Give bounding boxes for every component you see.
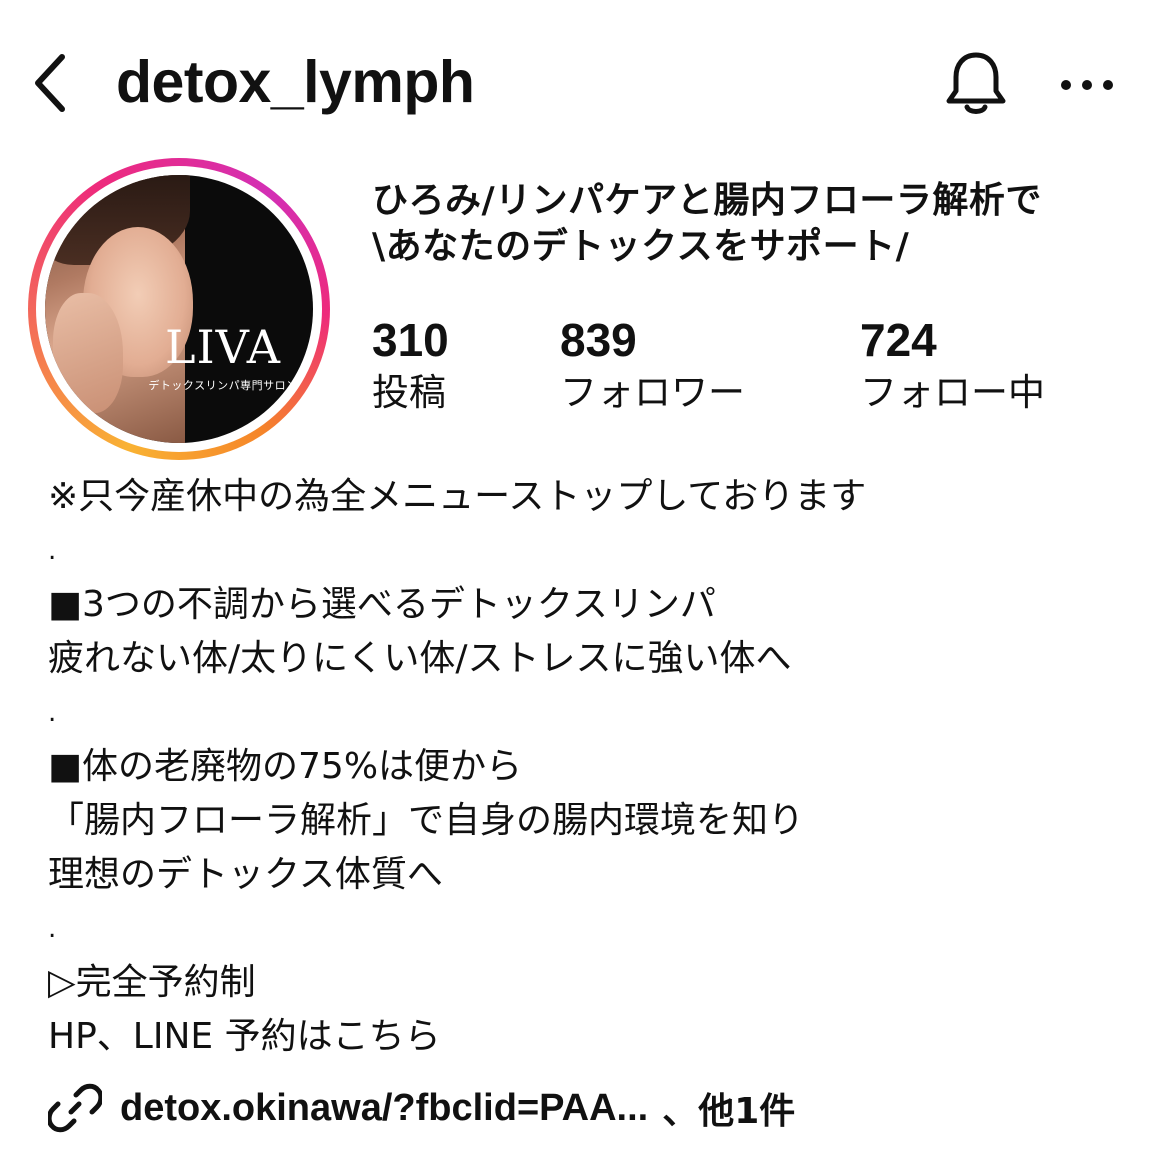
profile-bio: ※只今産休中の為全メニューストップしております . ■3つの不調から選べるデトッ… (48, 470, 1138, 1064)
chevron-left-icon (35, 54, 65, 112)
followers-count: 839 (560, 314, 637, 366)
bio-line: ※只今産休中の為全メニューストップしております (48, 476, 867, 517)
followers-label: フォロワー (560, 371, 745, 414)
bio-line: 疲れない体/太りにくい体/ストレスに強い体へ (48, 638, 792, 679)
profile-link[interactable]: detox.okinawa/?fbclid=PAA... 、他1件 (48, 1078, 795, 1138)
stat-posts[interactable]: 310 投稿 (372, 314, 449, 416)
avatar-hand (53, 293, 123, 413)
avatar-image: LIVA デトックスリンパ専門サロン (45, 175, 313, 443)
back-button[interactable] (24, 48, 76, 118)
posts-count: 310 (372, 314, 449, 366)
bio-line: 理想のデトックス体質へ (48, 854, 443, 895)
bio-line: HP、LINE 予約はこちら (48, 1016, 441, 1057)
display-name-line-2: \あなたのデトックスをサポート/ (372, 226, 910, 267)
following-count: 724 (860, 314, 937, 366)
posts-label: 投稿 (372, 371, 446, 414)
ellipsis-icon (1061, 80, 1113, 90)
following-label: フォロー中 (860, 371, 1045, 414)
avatar-logo-text: LIVA (164, 320, 282, 374)
profile-display-name: ひろみ/リンパケアと腸内フローラ解析で \あなたのデトックスをサポート/ (372, 178, 1132, 270)
avatar-logo-subtext: デトックスリンパ専門サロン (148, 379, 298, 392)
bio-line: ■3つの不調から選べるデトックスリンパ (48, 584, 716, 625)
notifications-button[interactable] (936, 44, 1016, 124)
link-icon (48, 1080, 104, 1136)
bio-separator: . (48, 698, 57, 728)
stat-followers[interactable]: 839 フォロワー (560, 314, 745, 416)
display-name-line-1: ひろみ/リンパケアと腸内フローラ解析で (372, 180, 1042, 221)
bio-line: ▷完全予約制 (48, 962, 256, 1003)
bio-line: ■体の老廃物の75%は便から (48, 746, 523, 787)
link-more-count[interactable]: 、他1件 (662, 1082, 795, 1134)
bio-separator: . (48, 914, 57, 944)
bell-icon (946, 52, 1006, 114)
link-url[interactable]: detox.okinawa/?fbclid=PAA... (120, 1087, 648, 1130)
profile-username: detox_lymph (116, 49, 475, 115)
stat-following[interactable]: 724 フォロー中 (860, 314, 1045, 416)
bio-separator: . (48, 536, 57, 566)
more-options-button[interactable] (1052, 60, 1122, 110)
profile-avatar[interactable]: LIVA デトックスリンパ専門サロン (28, 158, 330, 460)
bio-line: 「腸内フローラ解析」で自身の腸内環境を知り (48, 800, 805, 841)
